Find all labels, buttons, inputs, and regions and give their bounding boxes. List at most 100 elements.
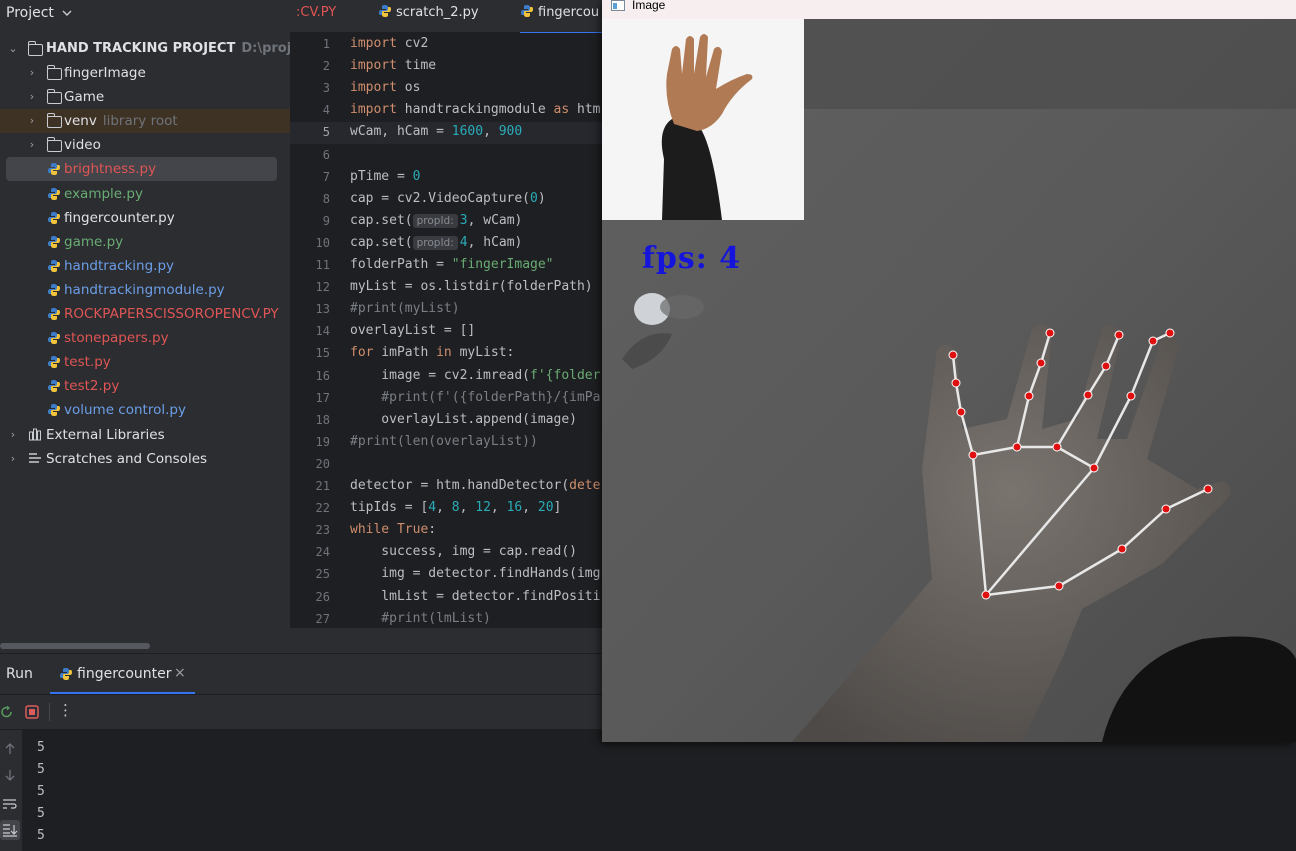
chevron-right-icon[interactable]: › (26, 85, 38, 109)
tree-item-rockpaperscissoropencv-py[interactable]: ROCKPAPERSCISSOROPENCV.PY (0, 302, 290, 326)
code-line[interactable]: lmList = detector.findPositi (350, 589, 600, 604)
more-options-icon[interactable]: ⋮ (58, 701, 73, 719)
line-number[interactable]: 6 (290, 148, 330, 162)
code-line[interactable]: image = cv2.imread(f'{folder (350, 368, 600, 383)
code-line[interactable]: myList = os.listdir(folderPath) (350, 279, 593, 294)
tree-item-test-py[interactable]: test.py (0, 350, 290, 374)
line-number[interactable]: 10 (290, 236, 330, 250)
scroll-to-end-button[interactable] (0, 820, 20, 840)
line-number[interactable]: 9 (290, 214, 330, 228)
code-line[interactable]: for imPath in myList: (350, 345, 514, 360)
project-title[interactable]: Project (6, 5, 54, 21)
tab-rockpaperscissor[interactable]: :CV.PY (294, 0, 358, 32)
code-line[interactable]: img = detector.findHands(img (350, 566, 600, 581)
stop-icon[interactable] (25, 705, 39, 719)
tree-item-volume-control-py[interactable]: volume control.py (0, 398, 290, 422)
tree-item-venv[interactable]: › venv library root (0, 109, 290, 134)
tab-fingercounter[interactable]: fingercou (520, 0, 610, 34)
line-number[interactable]: 17 (290, 391, 330, 405)
code-line[interactable]: wCam, hCam = 1600, 900 (350, 124, 522, 139)
tab-scratch[interactable]: scratch_2.py (378, 0, 498, 32)
code-line[interactable]: #print(myList) (350, 301, 460, 316)
chevron-right-icon[interactable]: › (26, 61, 38, 85)
tab-label: scratch_2.py (396, 5, 479, 20)
line-number[interactable]: 12 (290, 280, 330, 294)
line-number[interactable]: 23 (290, 523, 330, 537)
line-number[interactable]: 24 (290, 545, 330, 559)
code-line[interactable]: import time (350, 58, 436, 73)
chevron-right-icon[interactable]: › (26, 133, 38, 157)
tree-item-game-py[interactable]: game.py (0, 230, 290, 254)
code-line[interactable]: tipIds = [4, 8, 12, 16, 20] (350, 500, 561, 515)
soft-wrap-icon[interactable] (2, 797, 18, 811)
close-icon[interactable]: × (174, 665, 186, 681)
tree-root[interactable]: ⌄ HAND TRACKING PROJECT D:\projects (0, 37, 322, 61)
tree-item-fingerimage[interactable]: › fingerImage (0, 61, 290, 85)
tree-external-libraries[interactable]: › External Libraries (0, 423, 290, 447)
console-output[interactable]: 5 5 5 5 5 5 (22, 730, 1296, 851)
chevron-right-icon[interactable]: › (7, 423, 19, 447)
hand-landmark-point (1165, 328, 1175, 338)
line-number[interactable]: 19 (290, 435, 330, 449)
tree-item-game[interactable]: › Game (0, 85, 290, 109)
chevron-down-icon[interactable]: ⌄ (7, 37, 19, 61)
code-line[interactable]: #print(f'({folderPath}/{imPa (350, 390, 600, 405)
code-line[interactable]: pTime = 0 (350, 169, 420, 184)
line-number[interactable]: 11 (290, 258, 330, 272)
tree-item-brightness-py[interactable]: brightness.py (6, 157, 277, 182)
arrow-up-icon[interactable] (3, 742, 17, 756)
rerun-icon[interactable] (0, 705, 14, 719)
image-window-titlebar[interactable]: Image (602, 0, 1296, 19)
code-line[interactable]: import cv2 (350, 36, 428, 51)
line-number[interactable]: 8 (290, 192, 330, 206)
code-line[interactable]: overlayList.append(image) (350, 412, 577, 427)
line-number[interactable]: 5 (290, 125, 330, 139)
code-line[interactable]: success, img = cap.read() (350, 544, 577, 559)
code-line[interactable]: import os (350, 80, 420, 95)
line-number[interactable]: 1 (290, 37, 330, 51)
tree-item-stonepapers-py[interactable]: stonepapers.py (0, 326, 290, 350)
line-number[interactable]: 15 (290, 346, 330, 360)
line-number[interactable]: 27 (290, 612, 330, 626)
line-number[interactable]: 25 (290, 567, 330, 581)
tree-item-handtracking-py[interactable]: handtracking.py (0, 254, 290, 278)
code-line[interactable]: cap.set(propId: 4, hCam) (350, 235, 522, 250)
chevron-right-icon[interactable]: › (26, 109, 38, 133)
code-line[interactable]: cap = cv2.VideoCapture(0) (350, 191, 546, 206)
code-line[interactable]: #print(lmList) (350, 611, 491, 626)
code-line[interactable]: import handtrackingmodule as htm (350, 102, 600, 117)
code-line[interactable]: overlayList = [] (350, 323, 475, 338)
line-number[interactable]: 21 (290, 479, 330, 493)
line-number[interactable]: 2 (290, 59, 330, 73)
tree-scratches[interactable]: › Scratches and Consoles (0, 447, 290, 471)
line-number[interactable]: 4 (290, 103, 330, 117)
code-token: True (396, 522, 429, 538)
line-number[interactable]: 20 (290, 457, 330, 471)
tree-item-test2-py[interactable]: test2.py (0, 374, 290, 398)
code-editor[interactable]: 1 2 3 4 5 6 7 8 9 10 11 12 13 14 15 16 17 18 19 20 21 22 23 24 2… (290, 33, 610, 628)
code-line[interactable]: #print(len(overlayList)) (350, 434, 538, 449)
line-number[interactable]: 18 (290, 413, 330, 427)
tree-item-fingercounter-py[interactable]: fingercounter.py (0, 206, 290, 230)
line-number[interactable]: 13 (290, 302, 330, 316)
arrow-down-icon[interactable] (3, 768, 17, 782)
tree-item-example-py[interactable]: example.py (0, 182, 290, 206)
line-number[interactable]: 14 (290, 324, 330, 338)
code-line[interactable]: while True: (350, 522, 436, 537)
code-line[interactable]: detector = htm.handDetector(dete (350, 478, 600, 493)
chevron-down-icon[interactable] (62, 9, 72, 17)
run-tab-fingercounter[interactable]: fingercounter × (50, 654, 195, 694)
horizontal-scrollbar[interactable] (0, 643, 150, 649)
line-number[interactable]: 22 (290, 501, 330, 515)
line-number[interactable]: 16 (290, 369, 330, 383)
image-window[interactable]: Image fps: 4 (602, 0, 1296, 742)
line-number[interactable]: 26 (290, 590, 330, 604)
line-number[interactable]: 7 (290, 170, 330, 184)
chevron-right-icon[interactable]: › (7, 447, 19, 471)
tree-item-video[interactable]: › video (0, 133, 290, 157)
code-line[interactable]: cap.set(propId: 3, wCam) (350, 213, 522, 228)
tree-item-handtrackingmodule-py[interactable]: handtrackingmodule.py (0, 278, 290, 302)
project-tool-window-header[interactable]: Project (0, 0, 290, 26)
line-number[interactable]: 3 (290, 81, 330, 95)
code-line[interactable]: folderPath = "fingerImage" (350, 257, 554, 272)
